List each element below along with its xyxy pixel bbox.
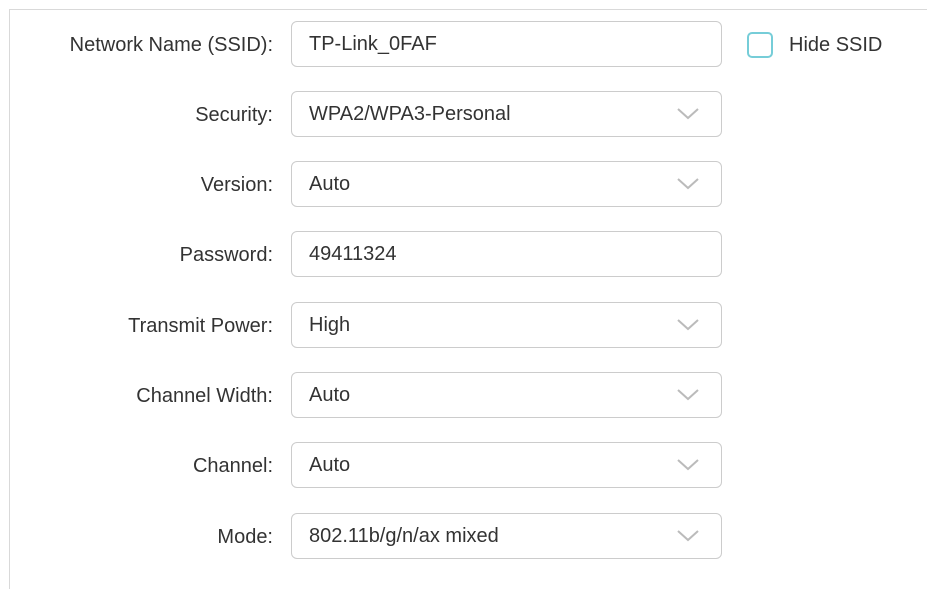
version-label: Version: [200, 174, 273, 196]
password-row: Password: 49411324 [0, 231, 927, 279]
channel-width-row: Channel Width: Auto [0, 372, 927, 420]
security-select[interactable]: WPA2/WPA3-Personal [291, 91, 722, 137]
transmit-power-value: High [309, 314, 351, 336]
network-name-input[interactable]: TP-Link_0FAF [291, 21, 722, 67]
channel-width-label: Channel Width: [136, 385, 273, 407]
password-value: 49411324 [309, 243, 397, 265]
password-input[interactable]: 49411324 [291, 231, 722, 277]
version-row: Version: Auto [0, 161, 927, 209]
channel-width-select[interactable]: Auto [291, 372, 722, 418]
mode-value: 802.11b/g/n/ax mixed [309, 525, 499, 547]
transmit-power-select[interactable]: High [291, 302, 722, 348]
channel-value: Auto [309, 454, 351, 476]
network-name-row: Network Name (SSID): TP-Link_0FAF Hide S… [0, 21, 927, 69]
chevron-down-icon [677, 389, 699, 401]
security-value: WPA2/WPA3-Personal [309, 103, 511, 125]
channel-label: Channel: [192, 455, 273, 477]
version-select[interactable]: Auto [291, 161, 722, 207]
channel-row: Channel: Auto [0, 442, 927, 490]
security-row: Security: WPA2/WPA3-Personal [0, 91, 927, 139]
hide-ssid-checkbox[interactable] [747, 32, 773, 58]
chevron-down-icon [677, 178, 699, 190]
security-label: Security: [195, 104, 273, 126]
mode-label: Mode: [217, 526, 273, 548]
hide-ssid-label[interactable]: Hide SSID [789, 21, 882, 69]
network-name-label: Network Name (SSID): [69, 34, 273, 56]
chevron-down-icon [677, 530, 699, 542]
version-value: Auto [309, 173, 351, 195]
mode-row: Mode: 802.11b/g/n/ax mixed [0, 513, 927, 561]
password-label: Password: [179, 244, 273, 266]
chevron-down-icon [677, 459, 699, 471]
channel-select[interactable]: Auto [291, 442, 722, 488]
chevron-down-icon [677, 319, 699, 331]
mode-select[interactable]: 802.11b/g/n/ax mixed [291, 513, 722, 559]
network-name-value: TP-Link_0FAF [309, 33, 437, 55]
transmit-power-row: Transmit Power: High [0, 302, 927, 350]
channel-width-value: Auto [309, 384, 351, 406]
transmit-power-label: Transmit Power: [128, 315, 273, 337]
chevron-down-icon [677, 108, 699, 120]
